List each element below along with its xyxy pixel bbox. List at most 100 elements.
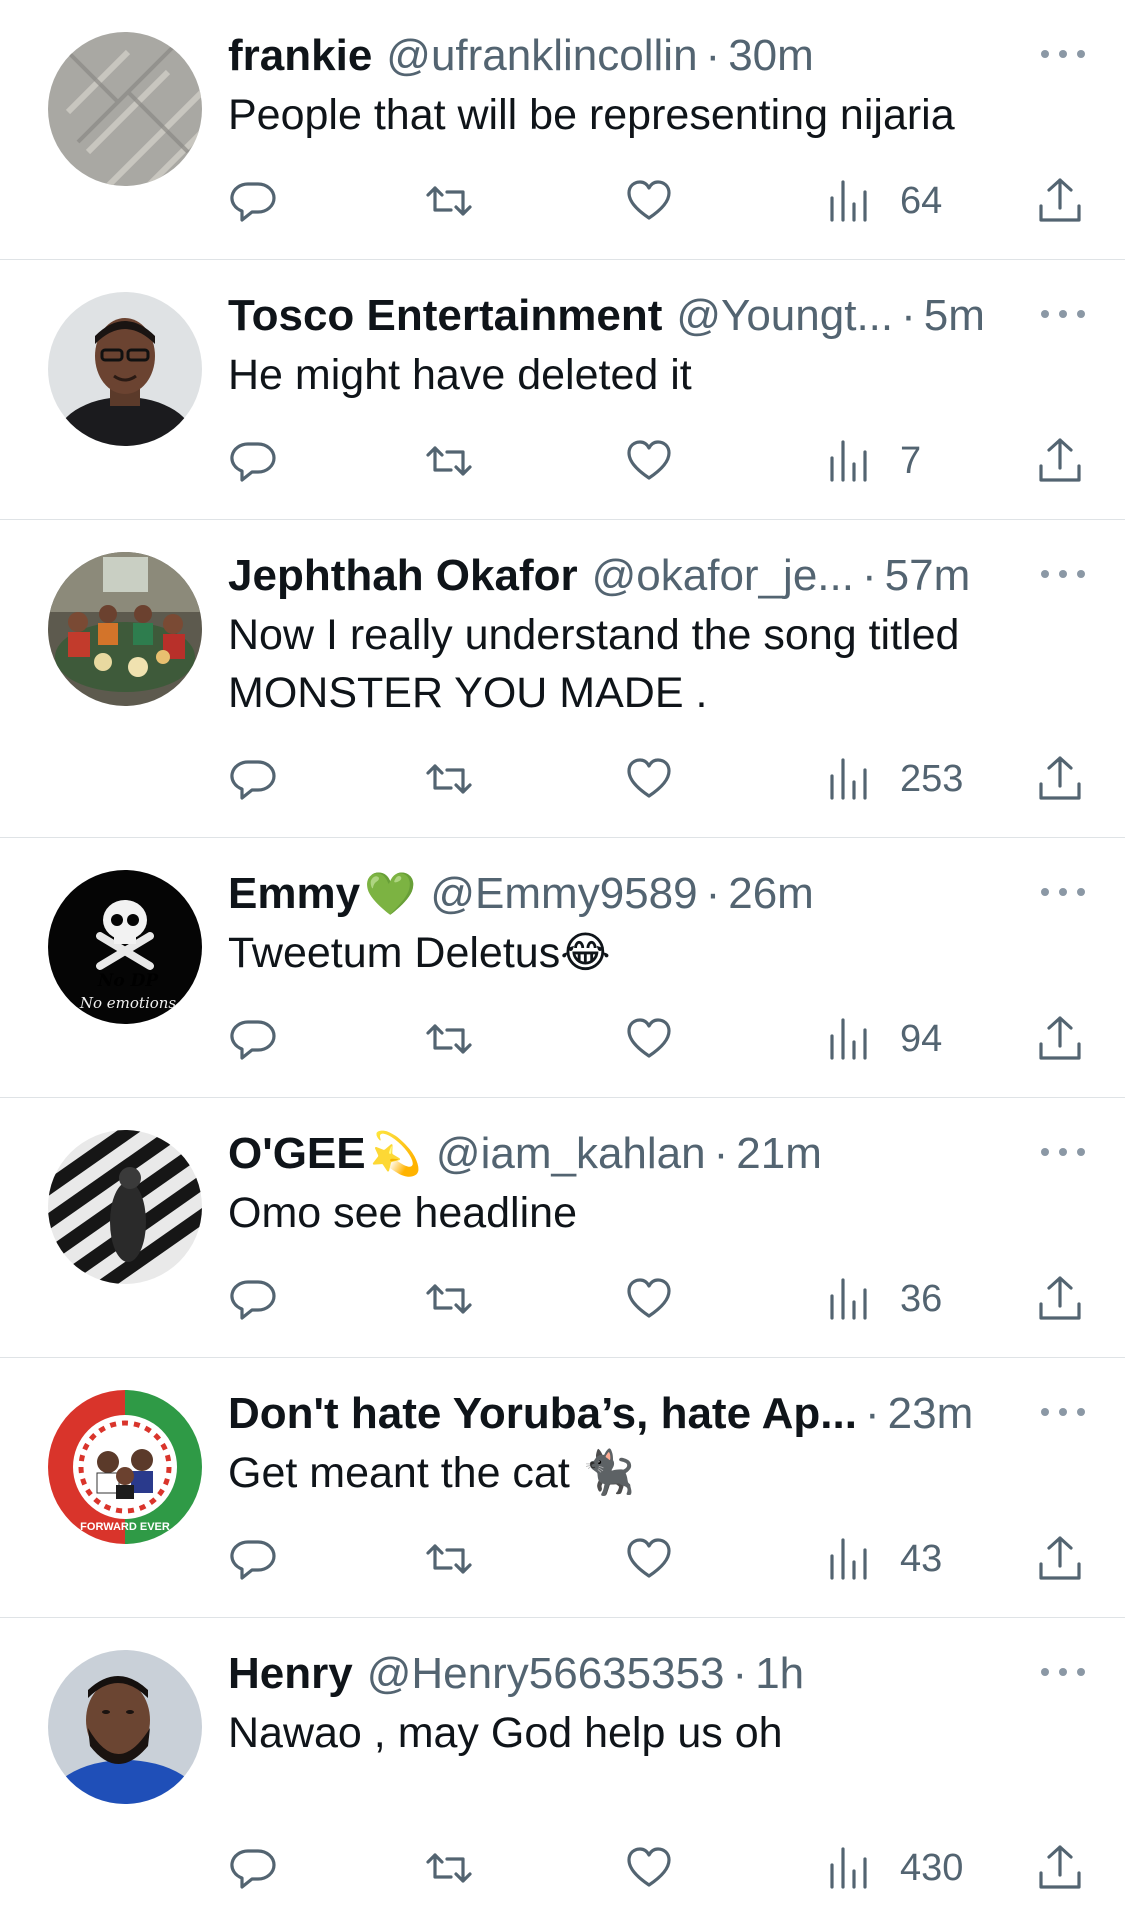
tweet-time[interactable]: 21m (736, 1128, 822, 1180)
like-button[interactable] (624, 1009, 674, 1069)
views-button[interactable]: 253 (824, 749, 963, 809)
reply-button[interactable] (228, 1009, 278, 1069)
reply-button[interactable] (228, 1529, 278, 1589)
tweet-item[interactable]: Jephthah Okafor @okafor_je... · 57m Now … (0, 520, 1125, 838)
reply-button[interactable] (228, 1838, 278, 1898)
more-options-icon[interactable] (1041, 1142, 1085, 1162)
grey-pattern-avatar-icon (48, 32, 202, 186)
avatar[interactable] (48, 32, 202, 186)
like-button[interactable] (624, 171, 674, 231)
avatar[interactable] (48, 1130, 202, 1284)
share-button[interactable] (1035, 749, 1085, 809)
author-name[interactable]: Tosco Entertainment (228, 290, 662, 342)
views-button[interactable]: 7 (824, 431, 921, 491)
reply-icon (230, 760, 276, 800)
tweet-item[interactable]: No DP No emotions Emmy 💚 @Emmy9589 · 26m… (0, 838, 1125, 1098)
reply-button[interactable] (228, 749, 278, 809)
tweet-item[interactable]: Tosco Entertainment @Youngt... · 5m He m… (0, 260, 1125, 520)
views-button[interactable]: 36 (824, 1269, 942, 1329)
avatar[interactable]: FORWARD EVER (48, 1390, 202, 1544)
more-options-icon[interactable] (1041, 304, 1085, 324)
views-button[interactable]: 43 (824, 1529, 942, 1589)
like-button[interactable] (624, 749, 674, 809)
heart-icon (627, 180, 671, 220)
retweet-button[interactable] (424, 1269, 474, 1329)
tweet-actions: 7 (228, 431, 1085, 491)
retweet-button[interactable] (424, 1009, 474, 1069)
author-name[interactable]: frankie (228, 30, 372, 82)
views-button[interactable]: 64 (824, 171, 942, 231)
tweet-item[interactable]: FORWARD EVER Don't hate Yoruba’s, hate A… (0, 1358, 1125, 1618)
views-chart-icon (830, 1538, 867, 1580)
separator-dot: · (901, 291, 916, 340)
tweet-time[interactable]: 5m (924, 290, 985, 342)
views-count: 253 (900, 757, 964, 800)
tweet-text: He might have deleted it (228, 351, 692, 399)
heart-icon (627, 1538, 671, 1578)
share-button[interactable] (1035, 1269, 1085, 1329)
share-icon (1039, 178, 1081, 222)
forward-ever-logo-avatar-icon: FORWARD EVER (48, 1390, 202, 1544)
retweet-icon (426, 1544, 472, 1574)
share-button[interactable] (1035, 1838, 1085, 1898)
retweet-button[interactable] (424, 1529, 474, 1589)
tweet-actions: 64 (228, 171, 1085, 231)
author-handle[interactable]: @Emmy9589 (430, 868, 697, 920)
author-handle[interactable]: @okafor_je... (592, 550, 854, 602)
like-button[interactable] (624, 431, 674, 491)
reply-button[interactable] (228, 171, 278, 231)
tweet-item[interactable]: Henry @Henry56635353 · 1h Nawao , may Go… (0, 1618, 1125, 1908)
more-options-icon[interactable] (1041, 1662, 1085, 1682)
more-options-icon[interactable] (1041, 564, 1085, 584)
name-emoji: 💚 (364, 870, 417, 917)
views-count: 94 (900, 1017, 943, 1060)
tweet-item[interactable]: frankie @ufranklincollin · 30m People th… (0, 0, 1125, 260)
author-name[interactable]: Don't hate Yoruba’s, hate Ap... (228, 1388, 857, 1440)
reply-button[interactable] (228, 431, 278, 491)
tweet-item[interactable]: O'GEE 💫 @iam_kahlan · 21m Omo see headli… (0, 1098, 1125, 1358)
avatar[interactable] (48, 1650, 202, 1804)
author-handle[interactable]: @Henry56635353 (367, 1648, 725, 1700)
tweet-time[interactable]: 30m (728, 30, 814, 82)
views-button[interactable]: 430 (824, 1838, 963, 1898)
share-button[interactable] (1035, 1009, 1085, 1069)
views-button[interactable]: 94 (824, 1009, 942, 1069)
more-options-icon[interactable] (1041, 1402, 1085, 1422)
author-handle[interactable]: @iam_kahlan (436, 1128, 706, 1180)
more-options-icon[interactable] (1041, 44, 1085, 64)
reply-icon (230, 182, 276, 222)
author-name[interactable]: Jephthah Okafor (228, 550, 578, 602)
reply-button[interactable] (228, 1269, 278, 1329)
like-button[interactable] (624, 1838, 674, 1898)
retweet-button[interactable] (424, 749, 474, 809)
share-button[interactable] (1035, 431, 1085, 491)
like-button[interactable] (624, 1529, 674, 1589)
retweet-icon (426, 446, 472, 476)
views-count: 7 (900, 439, 922, 482)
tweet-time[interactable]: 23m (888, 1388, 974, 1440)
author-name[interactable]: Henry (228, 1648, 353, 1700)
avatar[interactable]: No DP No emotions (48, 870, 202, 1024)
avatar[interactable] (48, 292, 202, 446)
views-chart-icon (830, 1278, 867, 1320)
author-name[interactable]: Emmy (228, 868, 360, 920)
more-options-icon[interactable] (1041, 882, 1085, 902)
tweet-time[interactable]: 26m (728, 868, 814, 920)
man-portrait-avatar-icon (48, 292, 202, 446)
author-handle[interactable]: @ufranklincollin (386, 30, 697, 82)
share-button[interactable] (1035, 1529, 1085, 1589)
share-button[interactable] (1035, 171, 1085, 231)
author-handle[interactable]: @Youngt... (676, 290, 893, 342)
tweet-actions: 94 (228, 1009, 1085, 1069)
retweet-button[interactable] (424, 1838, 474, 1898)
tweet-feed: frankie @ufranklincollin · 30m People th… (0, 0, 1125, 1908)
author-name[interactable]: O'GEE (228, 1128, 366, 1180)
tweet-actions: 430 (228, 1838, 1085, 1898)
tweet-time[interactable]: 57m (885, 550, 971, 602)
tweet-time[interactable]: 1h (755, 1648, 804, 1700)
avatar[interactable] (48, 552, 202, 706)
heart-icon (627, 1278, 671, 1318)
like-button[interactable] (624, 1269, 674, 1329)
retweet-button[interactable] (424, 171, 474, 231)
retweet-button[interactable] (424, 431, 474, 491)
